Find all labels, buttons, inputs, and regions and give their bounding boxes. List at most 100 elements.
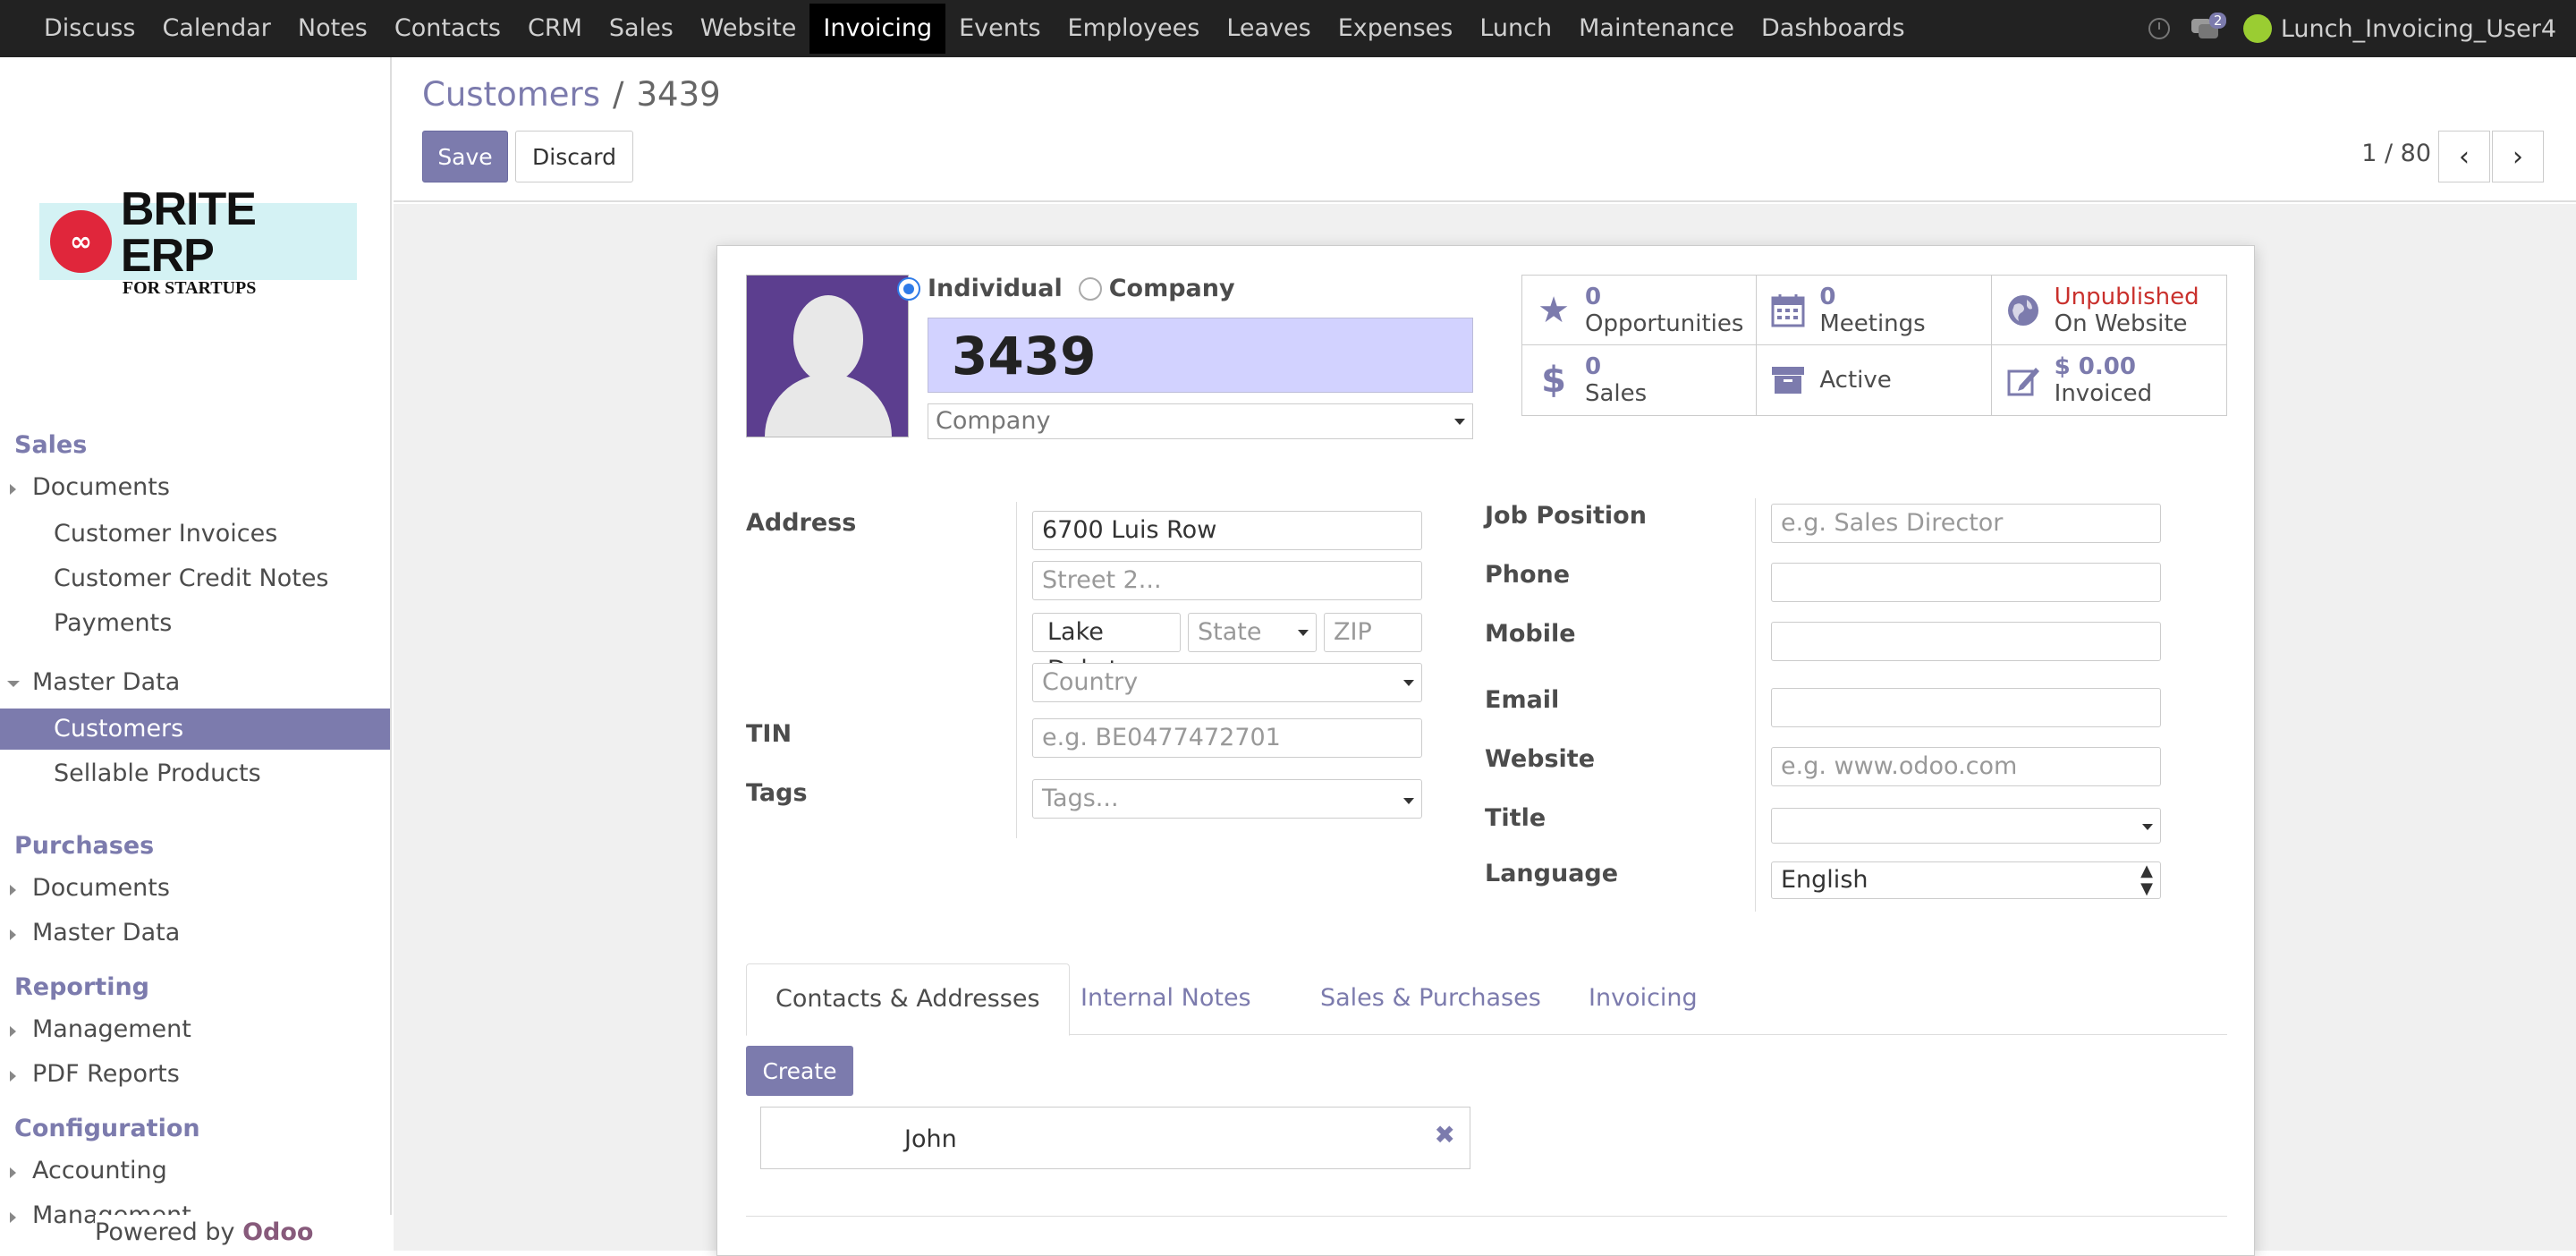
messages-chat-icon[interactable]: 2 [2190,13,2227,41]
invoiced-button[interactable]: $ 0.00 Invoiced [1992,345,2226,415]
form-sheet: Individual Company 3439 Company ★ 0 Oppor… [716,245,2255,1256]
website-status-label: On Website [2054,310,2188,337]
pencil-square-icon [2003,360,2044,401]
pager-previous-button[interactable]: ‹ [2438,131,2490,182]
logo-title: BRITE ERP [120,183,257,282]
menu-sales[interactable]: Sales [596,4,687,54]
menu-contacts[interactable]: Contacts [381,4,514,54]
job-position-label: Job Position [1485,502,1647,530]
menu-notes[interactable]: Notes [284,4,381,54]
updown-caret-icon: ▲ ▼ [2140,861,2153,898]
address-label: Address [746,509,857,537]
sales-button[interactable]: $ 0 Sales [1522,345,1758,415]
radio-individual-label[interactable]: Individual [928,275,1063,302]
street-input[interactable]: 6700 Luis Row [1032,511,1422,550]
mobile-input[interactable] [1771,622,2161,661]
menu-calendar[interactable]: Calendar [148,4,284,54]
tab-sales-purchases[interactable]: Sales & Purchases [1292,963,1570,1035]
sidebar-item-customer-credit-notes[interactable]: Customer Credit Notes [0,558,390,599]
website-publish-button[interactable]: Unpublished On Website [1991,276,2226,345]
tin-label: TIN [746,720,792,748]
menu-lunch[interactable]: Lunch [1466,4,1565,54]
zip-input[interactable]: ZIP [1324,613,1422,652]
job-position-input[interactable]: e.g. Sales Director [1771,504,2161,543]
title-select[interactable] [1771,808,2161,844]
odoo-link[interactable]: Odoo [242,1218,313,1246]
active-toggle-button[interactable]: Active [1757,345,1992,415]
country-placeholder: Country [1042,668,1139,696]
sidebar-item-label: Management [32,1015,191,1043]
sidebar-item-payments[interactable]: Payments [0,603,390,644]
sidebar-item-management[interactable]: Management [0,1009,390,1050]
notebook-tabs: Contacts & Addresses Internal Notes Sale… [746,963,2227,1036]
opportunities-button[interactable]: ★ 0 Opportunities [1522,276,1758,345]
menu-crm[interactable]: CRM [514,4,596,54]
expand-caret-icon [10,1071,16,1082]
city-input[interactable]: Lake Dakot [1032,613,1181,683]
save-button[interactable]: Save [422,131,508,182]
create-contact-button[interactable]: Create [746,1046,853,1096]
sidebar-item-purchase-master-data[interactable]: Master Data [0,912,390,954]
radio-individual[interactable] [897,276,920,301]
discard-button[interactable]: Discard [515,131,633,182]
expand-caret-icon [10,1026,16,1037]
activity-clock-icon[interactable] [2148,18,2170,39]
radio-company[interactable] [1078,276,1102,301]
tab-internal-notes[interactable]: Internal Notes [1052,963,1280,1035]
top-navbar: Discuss Calendar Notes Contacts CRM Sale… [0,0,2576,57]
sidebar-item-pdf-reports[interactable]: PDF Reports [0,1054,390,1095]
sidebar-item-documents[interactable]: Documents [0,467,390,508]
radio-company-label[interactable]: Company [1109,275,1235,302]
name-field[interactable]: 3439 [928,318,1473,393]
company-logo[interactable]: ∞ BRITE ERP FOR STARTUPS [39,186,357,297]
delete-contact-icon[interactable]: ✖ [1435,1120,1455,1150]
menu-discuss[interactable]: Discuss [30,4,148,54]
active-label: Active [1819,367,1892,394]
menu-website[interactable]: Website [687,4,810,54]
menu-expenses[interactable]: Expenses [1325,4,1467,54]
avatar-placeholder-image[interactable] [746,275,909,437]
country-select[interactable]: Country [1032,663,1422,702]
smart-buttons: ★ 0 Opportunities 0 Meetings Unpublished On… [1521,275,2227,416]
chevron-left-icon: ‹ [2459,140,2470,173]
sidebar-item-label: Documents [32,473,170,501]
menu-maintenance[interactable]: Maintenance [1565,4,1748,54]
sidebar-section-reporting: Reporting [14,973,150,1001]
tags-input[interactable]: Tags... [1032,779,1422,819]
sidebar-item-customer-invoices[interactable]: Customer Invoices [0,513,390,555]
invoiced-label: Invoiced [2054,380,2153,407]
contact-card[interactable]: John ✖ [760,1107,1470,1169]
language-select[interactable]: English ▲ ▼ [1771,861,2161,899]
menu-invoicing[interactable]: Invoicing [809,4,946,54]
sidebar-item-customers[interactable]: Customers [0,709,390,750]
user-menu[interactable]: Lunch_Invoicing_User4 [2242,14,2556,43]
collapse-caret-icon [7,681,20,687]
tab-contacts-addresses[interactable]: Contacts & Addresses [746,963,1070,1036]
tags-label: Tags [746,779,808,807]
tin-input[interactable]: e.g. BE0477472701 [1032,718,1422,758]
state-select[interactable]: State [1188,613,1317,652]
sidebar-item-purchase-documents[interactable]: Documents [0,868,390,909]
expand-caret-icon [10,484,16,495]
sidebar-item-accounting[interactable]: Accounting [0,1150,390,1192]
logo-mark-icon: ∞ [50,210,112,273]
tab-invoicing[interactable]: Invoicing [1560,963,1726,1035]
state-placeholder: State [1198,618,1262,646]
parent-company-select[interactable]: Company [928,403,1473,439]
company-type-radio: Individual Company [897,275,1235,302]
street2-input[interactable]: Street 2... [1032,561,1422,600]
menu-leaves[interactable]: Leaves [1213,4,1324,54]
menu-employees[interactable]: Employees [1055,4,1214,54]
meetings-button[interactable]: 0 Meetings [1757,276,1992,345]
menu-dashboards[interactable]: Dashboards [1748,4,1919,54]
sidebar-item-master-data[interactable]: Master Data [0,662,390,703]
pager-next-button[interactable]: › [2492,131,2544,182]
website-input[interactable]: e.g. www.odoo.com [1771,747,2161,786]
menu-events[interactable]: Events [945,4,1054,54]
pager-value[interactable]: 1 / 80 [2361,140,2431,167]
form-view: Individual Company 3439 Company ★ 0 Oppor… [394,204,2576,1256]
phone-input[interactable] [1771,563,2161,602]
email-input[interactable] [1771,688,2161,727]
sidebar-item-sellable-products[interactable]: Sellable Products [0,753,390,794]
breadcrumb-customers-link[interactable]: Customers [422,75,600,114]
